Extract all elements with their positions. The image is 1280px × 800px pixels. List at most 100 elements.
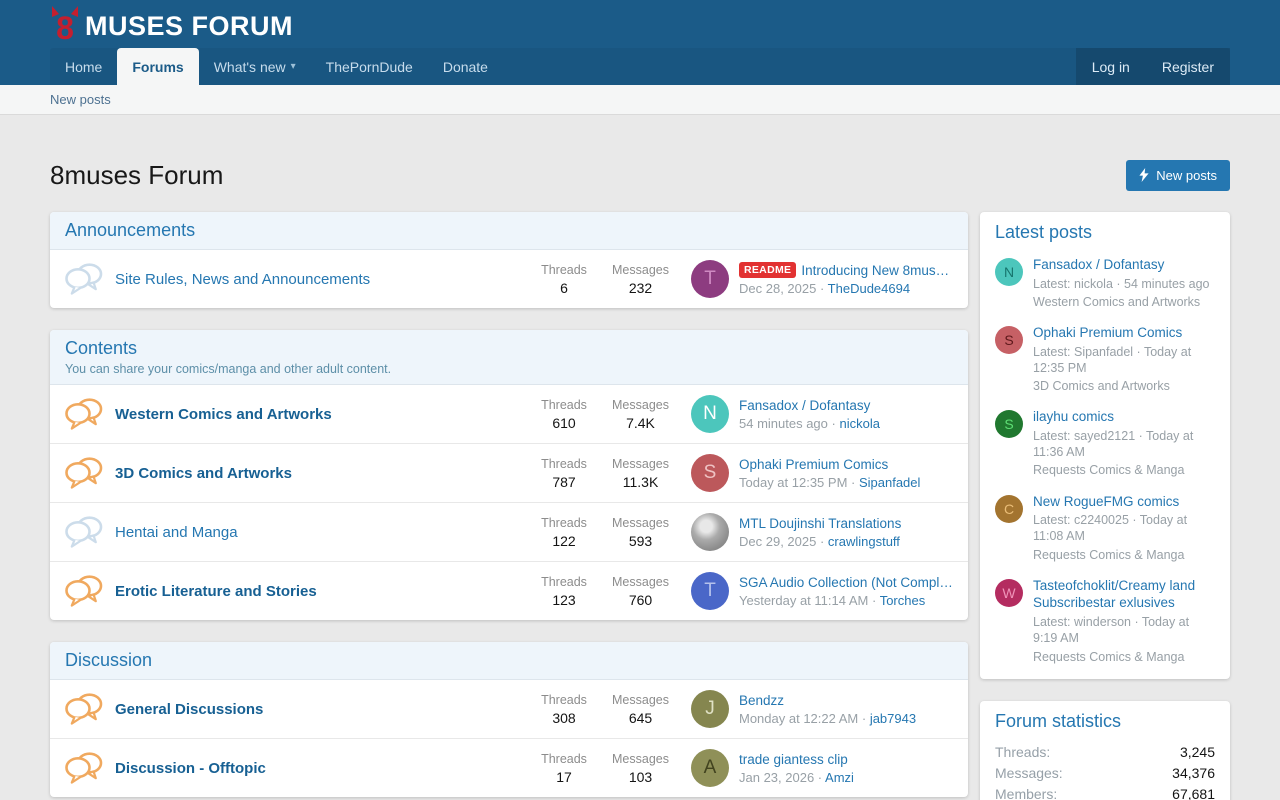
forum-row-site-rules: Site Rules, News and Announcements Threa… xyxy=(50,250,968,308)
threads-label: Threads xyxy=(536,263,592,277)
forum-row-general-discussions: General Discussions Threads 308 Messages… xyxy=(50,680,968,738)
threads-count: 6 xyxy=(536,280,592,296)
latest-date: Dec 29, 2025 · xyxy=(739,534,824,549)
latest-post-meta: Latest: Sipanfadel · Today at 12:35 PM xyxy=(1033,344,1215,377)
forum-statistics-title: Forum statistics xyxy=(995,711,1121,731)
forum-link[interactable]: Western Comics and Artworks xyxy=(115,406,536,423)
category-title-link[interactable]: Discussion xyxy=(65,650,152,670)
forum-stats: Threads 122 Messages 593 xyxy=(536,516,669,549)
latest-thread-link[interactable]: Bendzz xyxy=(739,693,953,708)
forum-row-erotic-literature: Erotic Literature and Stories Threads 12… xyxy=(50,561,968,620)
avatar[interactable] xyxy=(691,513,729,551)
forum-row-discussion-offtopic: Discussion - Offtopic Threads 17 Message… xyxy=(50,738,968,797)
latest-post-link[interactable]: Ophaki Premium Comics xyxy=(1033,324,1215,342)
site-logo[interactable]: 8 MUSES FORUM xyxy=(50,5,293,43)
forum-link[interactable]: Discussion - Offtopic xyxy=(115,760,536,777)
latest-post-cell: N Fansadox / Dofantasy 54 minutes ago · … xyxy=(691,395,953,433)
forum-row-western-comics: Western Comics and Artworks Threads 610 … xyxy=(50,385,968,443)
login-button[interactable]: Log in xyxy=(1076,48,1146,85)
latest-date: Today at 12:35 PM · xyxy=(739,475,855,490)
latest-user-link[interactable]: Sipanfadel xyxy=(859,475,920,490)
avatar[interactable]: A xyxy=(691,749,729,787)
latest-user-link[interactable]: nickola xyxy=(839,416,879,431)
messages-label: Messages xyxy=(612,398,669,412)
latest-post-link[interactable]: ilayhu comics xyxy=(1033,408,1215,426)
latest-post-link[interactable]: Tasteofchoklit/Creamy land Subscribestar… xyxy=(1033,577,1215,612)
latest-user-link[interactable]: jab7943 xyxy=(870,711,916,726)
avatar[interactable]: J xyxy=(691,690,729,728)
forum-link[interactable]: Hentai and Manga xyxy=(115,524,536,541)
latest-posts-title[interactable]: Latest posts xyxy=(995,222,1092,242)
forum-link[interactable]: Site Rules, News and Announcements xyxy=(115,271,536,288)
latest-thread-link[interactable]: Fansadox / Dofantasy xyxy=(739,398,953,413)
latest-post-link[interactable]: New RogueFMG comics xyxy=(1033,493,1215,511)
category-header: Discussion xyxy=(50,642,968,680)
category-announcements: Announcements Site Rules, News and Annou… xyxy=(50,212,968,308)
subnav-new-posts-link[interactable]: New posts xyxy=(50,92,111,107)
nav-item-home[interactable]: Home xyxy=(50,48,117,85)
category-title-link[interactable]: Contents xyxy=(65,338,137,358)
latest-user-link[interactable]: Torches xyxy=(880,593,926,608)
comments-icon xyxy=(65,575,103,608)
forum-link[interactable]: General Discussions xyxy=(115,701,536,718)
threads-label: Threads xyxy=(536,693,592,707)
messages-count: 11.3K xyxy=(612,474,669,490)
latest-thread-link[interactable]: trade giantess clip xyxy=(739,752,953,767)
latest-post-category: 3D Comics and Artworks xyxy=(1033,378,1215,394)
threads-count: 308 xyxy=(536,710,592,726)
comments-icon xyxy=(65,263,103,296)
sub-navigation: New posts xyxy=(0,85,1280,115)
comments-icon xyxy=(65,752,103,785)
messages-label: Messages xyxy=(612,693,669,707)
latest-date: Dec 28, 2025 · xyxy=(739,281,824,296)
latest-user-link[interactable]: TheDude4694 xyxy=(828,281,910,296)
nav-item-theporndude[interactable]: ThePornDude xyxy=(311,48,428,85)
nav-item-whats-new[interactable]: What's new ▾ xyxy=(199,48,311,85)
avatar[interactable]: N xyxy=(691,395,729,433)
avatar[interactable]: W xyxy=(995,579,1023,607)
chevron-down-icon[interactable]: ▾ xyxy=(291,61,296,72)
threads-count: 17 xyxy=(536,769,592,785)
avatar[interactable]: S xyxy=(995,326,1023,354)
stat-label: Members: xyxy=(995,786,1057,800)
threads-count: 123 xyxy=(536,592,592,608)
latest-post-cell: MTL Doujinshi Translations Dec 29, 2025 … xyxy=(691,513,953,551)
latest-post-cell: T README Introducing New 8muses ... Dec … xyxy=(691,260,953,298)
nav-item-forums[interactable]: Forums xyxy=(117,48,198,85)
latest-user-link[interactable]: Amzi xyxy=(825,770,854,785)
latest-thread-link[interactable]: SGA Audio Collection (Not Complet... xyxy=(739,575,953,590)
new-posts-button-label: New posts xyxy=(1156,168,1217,183)
messages-label: Messages xyxy=(612,516,669,530)
category-title-link[interactable]: Announcements xyxy=(65,220,195,240)
page-title: 8muses Forum xyxy=(50,157,223,193)
latest-user-link[interactable]: crawlingstuff xyxy=(828,534,900,549)
category-header: Contents You can share your comics/manga… xyxy=(50,330,968,385)
avatar[interactable]: C xyxy=(995,495,1023,523)
latest-thread-link[interactable]: Introducing New 8muses ... xyxy=(801,263,953,278)
threads-count: 787 xyxy=(536,474,592,490)
nav-item-donate[interactable]: Donate xyxy=(428,48,503,85)
forum-link[interactable]: Erotic Literature and Stories xyxy=(115,583,536,600)
logo-text: MUSES FORUM xyxy=(85,9,293,43)
forum-row-3d-comics: 3D Comics and Artworks Threads 787 Messa… xyxy=(50,443,968,502)
latest-date: 54 minutes ago · xyxy=(739,416,836,431)
avatar[interactable]: N xyxy=(995,258,1023,286)
new-posts-button[interactable]: New posts xyxy=(1126,160,1230,191)
forum-stats: Threads 6 Messages 232 xyxy=(536,263,669,296)
forum-statistics-widget: Forum statistics Threads: 3,245 Messages… xyxy=(980,701,1230,800)
register-button[interactable]: Register xyxy=(1146,48,1230,85)
latest-post-cell: A trade giantess clip Jan 23, 2026 · Amz… xyxy=(691,749,953,787)
latest-post-link[interactable]: Fansadox / Dofantasy xyxy=(1033,256,1210,274)
avatar[interactable]: S xyxy=(995,410,1023,438)
avatar[interactable]: T xyxy=(691,572,729,610)
nav-spacer xyxy=(503,48,1076,85)
threads-label: Threads xyxy=(536,398,592,412)
forum-link[interactable]: 3D Comics and Artworks xyxy=(115,465,536,482)
latest-thread-link[interactable]: Ophaki Premium Comics xyxy=(739,457,953,472)
avatar[interactable]: S xyxy=(691,454,729,492)
messages-count: 593 xyxy=(612,533,669,549)
comments-icon xyxy=(65,516,103,549)
latest-thread-link[interactable]: MTL Doujinshi Translations xyxy=(739,516,953,531)
stat-label: Messages: xyxy=(995,765,1063,781)
avatar[interactable]: T xyxy=(691,260,729,298)
